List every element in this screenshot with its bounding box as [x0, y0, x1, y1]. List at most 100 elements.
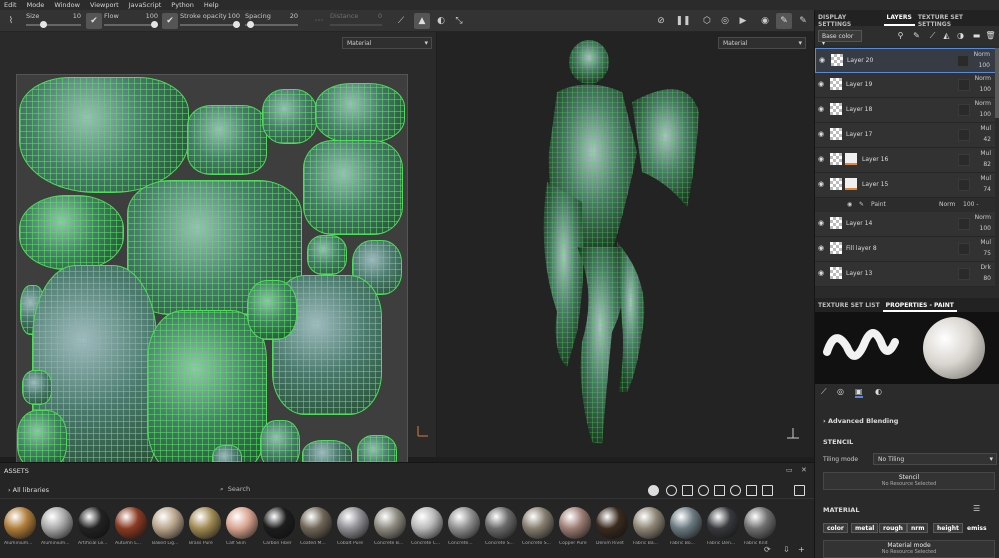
visibility-eye-icon[interactable]: ◉ — [818, 81, 827, 88]
material-tab-icon[interactable]: ◐ — [875, 387, 882, 396]
filter-environments-icon[interactable] — [746, 485, 757, 496]
filter-filters-icon[interactable] — [714, 485, 725, 496]
tab-texture-set-list[interactable]: TEXTURE SET LIST — [815, 298, 883, 312]
uv-texture-canvas[interactable] — [16, 74, 408, 476]
brush-tab-icon[interactable]: ⟋ — [821, 387, 827, 397]
tab-texture-set-settings[interactable]: TEXTURE SET SETTINGS — [915, 10, 999, 28]
layer-mask-thumbnail[interactable] — [845, 178, 857, 190]
menu-python[interactable]: Python — [171, 1, 194, 9]
viewport-mode-icon[interactable]: ✎ — [796, 14, 810, 28]
layer-channel-box[interactable] — [958, 154, 970, 166]
material-item[interactable]: Coated M... — [300, 507, 334, 546]
layer-channel-box[interactable] — [958, 218, 970, 230]
stroke-opacity-slider[interactable]: Stroke opacity 100 — [180, 12, 240, 30]
symmetry-icon[interactable]: ⟋ — [394, 14, 408, 28]
layer-blend-mode[interactable]: Norm — [975, 75, 991, 82]
visibility-eye-icon[interactable]: ◉ — [818, 270, 827, 277]
layer-opacity[interactable]: 100 — [980, 111, 991, 118]
assets-float-icon[interactable]: ▭ — [786, 466, 793, 474]
add-effect-icon[interactable]: ⚲ — [895, 30, 906, 41]
material-item[interactable]: Autumn L... — [115, 507, 149, 546]
layer-opacity[interactable]: 75 — [983, 250, 991, 257]
material-item[interactable]: Carbon Fiber — [263, 507, 297, 546]
material-select-2d[interactable]: Material — [342, 37, 432, 49]
layer-row[interactable]: ◉ Layer 17 Mul 42 — [815, 123, 996, 148]
material-item[interactable]: Concrete S... — [485, 507, 519, 546]
layer-blend-mode[interactable]: Norm — [975, 100, 991, 107]
layer-opacity[interactable]: 100 — [980, 225, 991, 232]
material-menu-icon[interactable]: ☰ — [973, 504, 980, 513]
material-item[interactable]: Fabric Knit — [744, 507, 778, 546]
layer-row[interactable]: ◉ Layer 13 Drk 80 — [815, 262, 996, 287]
delete-layer-icon[interactable]: 🗑 — [985, 30, 996, 41]
layer-row[interactable]: ◉ Fill layer 8 Mul 75 — [815, 237, 996, 262]
material-item[interactable]: Fabric Bo... — [670, 507, 704, 546]
visibility-eye-icon[interactable]: ◉ — [818, 181, 827, 188]
layer-channel-box[interactable] — [958, 268, 970, 280]
flow-slider[interactable]: Flow 100 — [104, 12, 158, 30]
material-item[interactable]: Aluminium... — [4, 507, 38, 546]
hide-icon[interactable]: ⊘ — [654, 14, 668, 28]
layer-channel-box[interactable] — [958, 243, 970, 255]
stroke-opacity-knob[interactable] — [233, 21, 240, 28]
chip-metal[interactable]: metal — [851, 523, 879, 533]
layer-row[interactable]: ◉ Layer 16 Mul 82 — [815, 148, 996, 173]
visibility-eye-icon[interactable]: ◉ — [818, 220, 827, 227]
tiling-mode-select[interactable]: No Tiling — [873, 453, 997, 465]
layer-channel-box[interactable] — [958, 79, 970, 91]
layer-channel-box[interactable] — [957, 55, 969, 67]
environment-icon[interactable]: ◎ — [718, 14, 732, 28]
filter-materials-icon[interactable] — [648, 485, 659, 496]
fill-layer-icon[interactable]: ◭ — [941, 30, 952, 41]
model-viewport-3d[interactable]: Material — [437, 32, 814, 457]
stencil-tab-icon[interactable]: ▣ — [855, 387, 863, 398]
layer-channel-box[interactable] — [958, 179, 970, 191]
visibility-eye-icon[interactable]: ◉ — [818, 245, 827, 252]
transform-icon[interactable]: ⤡ — [452, 14, 466, 28]
grid-view-icon[interactable] — [794, 485, 805, 496]
chip-rough[interactable]: rough — [879, 523, 907, 533]
layer-channel-box[interactable] — [958, 104, 970, 116]
layer-blend-mode[interactable]: Norm — [975, 214, 991, 221]
assets-search-input[interactable]: ⌕ Search — [220, 485, 250, 494]
all-libraries[interactable]: › All libraries — [8, 486, 49, 494]
menu-edit[interactable]: Edit — [4, 1, 17, 9]
chip-nrm[interactable]: nrm — [907, 523, 929, 533]
material-item[interactable]: Aluminium... — [41, 507, 75, 546]
visibility-eye-icon[interactable]: ◉ — [818, 131, 827, 138]
layer-row[interactable]: ◉ Layer 15 Mul 74 — [815, 173, 996, 198]
material-item[interactable]: Calf Skin — [226, 507, 260, 546]
effect-eye-icon[interactable]: ◉ — [847, 201, 852, 208]
assets-close-icon[interactable]: ✕ — [801, 466, 807, 474]
paint-brush-icon[interactable]: ✎ — [776, 13, 792, 29]
stencil-resource-button[interactable]: Stencil No Resource Selected — [823, 472, 995, 490]
menu-window[interactable]: Window — [54, 1, 80, 9]
render-icon[interactable]: ◉ — [758, 14, 772, 28]
layer-row[interactable]: ◉ Layer 20 Norm 100 — [815, 48, 996, 73]
mask-icon[interactable]: ◑ — [955, 30, 966, 41]
effect-blend[interactable]: Norm — [939, 201, 955, 208]
layer-mask-thumbnail[interactable] — [845, 153, 857, 165]
material-item[interactable]: Fabric Ba... — [633, 507, 667, 546]
visibility-eye-icon[interactable]: ◉ — [818, 156, 827, 163]
layer-opacity[interactable]: 82 — [983, 161, 991, 168]
material-item[interactable]: Brass Pure — [189, 507, 223, 546]
paint-layer-icon[interactable]: ✎ — [911, 30, 922, 41]
tab-layers[interactable]: LAYERS — [883, 10, 915, 26]
size-knob[interactable] — [40, 21, 47, 28]
layer-scrollbar[interactable] — [995, 48, 999, 298]
paint-effect-row[interactable]: ◉ ✎ Paint Norm 100 - — [815, 198, 996, 212]
size-slider[interactable]: Size 10 — [26, 12, 81, 30]
lasso-icon[interactable]: ⌇ — [4, 14, 18, 28]
filter-brushes-icon[interactable] — [762, 485, 773, 496]
material-mode-button[interactable]: Material mode No Resource Selected — [823, 540, 995, 558]
refresh-icon[interactable]: ⟳ — [764, 545, 771, 554]
pause-icon[interactable]: ❚❚ — [675, 14, 690, 28]
material-item[interactable]: Artificial Le... — [78, 507, 112, 546]
effect-opacity[interactable]: 100 - — [963, 201, 979, 208]
menu-javascript[interactable]: JavaScript — [129, 1, 162, 9]
material-item[interactable]: Cobalt Pure — [337, 507, 371, 546]
layer-opacity[interactable]: 100 — [979, 62, 990, 69]
flow-pressure-toggle[interactable]: ✔ — [86, 13, 102, 29]
layer-channel-box[interactable] — [958, 129, 970, 141]
